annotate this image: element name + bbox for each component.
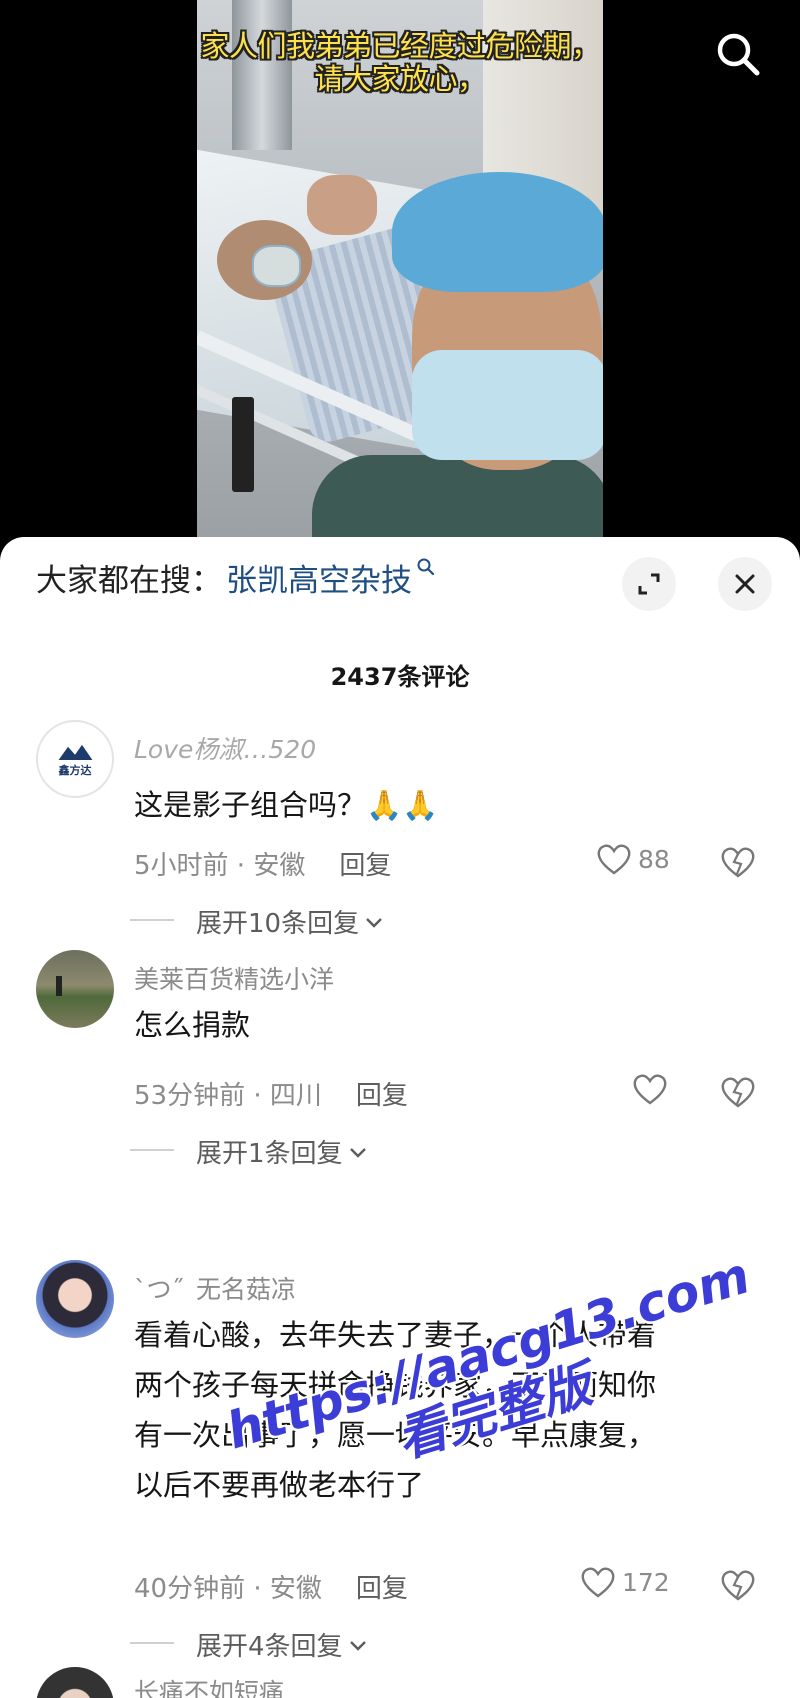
comment-time-location: 40分钟前 · 安徽 bbox=[134, 1574, 322, 1604]
expand-replies-label: 展开1条回复 bbox=[196, 1139, 343, 1169]
avatar-brand-text: 鑫方达 bbox=[58, 764, 92, 777]
like-count: 172 bbox=[622, 1567, 670, 1597]
reply-button[interactable]: 回复 bbox=[356, 1568, 408, 1605]
close-button[interactable] bbox=[718, 557, 772, 611]
chevron-down-icon bbox=[349, 1147, 366, 1158]
expand-replies[interactable]: 展开4条回复 bbox=[130, 1626, 369, 1663]
video-caption: 家人们我弟弟已经度过危险期， 请大家放心， bbox=[197, 30, 603, 96]
comment-username[interactable]: 长痛不如短痛 bbox=[134, 1673, 284, 1698]
dislike-icon[interactable] bbox=[720, 1074, 756, 1110]
hot-search-label: 大家都在搜： bbox=[36, 562, 222, 599]
caption-line-1: 家人们我弟弟已经度过危险期， bbox=[200, 29, 600, 63]
comment-text: 这是影子组合吗？🙏🙏 bbox=[134, 788, 439, 822]
avatar[interactable] bbox=[36, 1667, 114, 1698]
like-count: 88 bbox=[638, 844, 670, 874]
dislike-icon[interactable] bbox=[720, 1567, 756, 1603]
reply-button[interactable]: 回复 bbox=[339, 845, 391, 882]
like-button[interactable] bbox=[632, 1072, 668, 1106]
heart-icon bbox=[633, 1074, 667, 1105]
avatar[interactable] bbox=[36, 1260, 114, 1338]
comment-meta: 53分钟前 · 四川 回复 bbox=[134, 1075, 408, 1112]
caption-line-2: 请大家放心， bbox=[314, 62, 486, 96]
reply-button[interactable]: 回复 bbox=[356, 1075, 408, 1112]
hot-search-keyword[interactable]: 张凯高空杂技 bbox=[226, 555, 412, 600]
comment-sheet: 大家都在搜： 张凯高空杂技 2437条评论 鑫方达 Love杨淑…520 这是影… bbox=[0, 537, 800, 1698]
search-icon[interactable] bbox=[714, 30, 762, 78]
comment-username[interactable]: Love杨淑…520 bbox=[134, 730, 316, 766]
chevron-down-icon bbox=[349, 1640, 366, 1651]
comment-text-line: 两个孩子每天拼命挣钱养家，不了而知你 bbox=[134, 1368, 657, 1402]
chevron-down-icon bbox=[366, 917, 382, 928]
comment-text: 怎么捐款 bbox=[134, 1008, 251, 1042]
expand-divider bbox=[130, 1642, 174, 1644]
close-icon bbox=[735, 574, 755, 594]
heart-icon bbox=[597, 844, 631, 875]
comment-text-line: 看着心酸，去年失去了妻子，一个人带着 bbox=[134, 1318, 657, 1352]
comment-text-line: 有一次出事了，愿一切平安。早点康复， bbox=[134, 1418, 657, 1452]
like-button[interactable]: 172 bbox=[580, 1565, 670, 1599]
expand-replies-label: 展开10条回复 bbox=[196, 909, 360, 939]
comment-text: 看着心酸，去年失去了妻子，一个人带着 两个孩子每天拼命挣钱养家，不了而知你 有一… bbox=[134, 1310, 754, 1510]
expand-replies[interactable]: 展开10条回复 bbox=[130, 903, 385, 940]
dislike-icon[interactable] bbox=[720, 844, 756, 880]
comment-time-location: 53分钟前 · 四川 bbox=[134, 1081, 322, 1111]
expand-divider bbox=[130, 1149, 174, 1151]
expand-button[interactable] bbox=[622, 557, 676, 611]
comment-meta: 5小时前 · 安徽 回复 bbox=[134, 845, 391, 882]
username-prefix: ˋつ˝ bbox=[134, 1275, 185, 1304]
expand-replies[interactable]: 展开1条回复 bbox=[130, 1133, 369, 1170]
video-player[interactable]: 家人们我弟弟已经度过危险期， 请大家放心， bbox=[0, 0, 800, 545]
expand-divider bbox=[130, 919, 174, 921]
avatar[interactable] bbox=[36, 950, 114, 1028]
comment-username[interactable]: ˋつ˝ 无名菇凉 bbox=[134, 1270, 296, 1306]
comment-time-location: 5小时前 · 安徽 bbox=[134, 851, 306, 881]
comment-count: 2437条评论 bbox=[330, 663, 470, 691]
comment-meta: 40分钟前 · 安徽 回复 bbox=[134, 1568, 408, 1605]
avatar[interactable]: 鑫方达 bbox=[36, 720, 114, 798]
username-text: 无名菇凉 bbox=[196, 1275, 297, 1304]
like-button[interactable]: 88 bbox=[596, 842, 670, 876]
expand-icon bbox=[638, 573, 660, 595]
search-small-icon bbox=[417, 558, 435, 576]
comment-username[interactable]: 美莱百货精选小洋 bbox=[134, 960, 334, 996]
expand-replies-label: 展开4条回复 bbox=[196, 1632, 343, 1662]
heart-icon bbox=[581, 1567, 615, 1598]
comment-text-line: 以后不要再做老本行了 bbox=[134, 1468, 425, 1502]
hot-search-bar[interactable]: 大家都在搜： 张凯高空杂技 bbox=[36, 555, 436, 600]
